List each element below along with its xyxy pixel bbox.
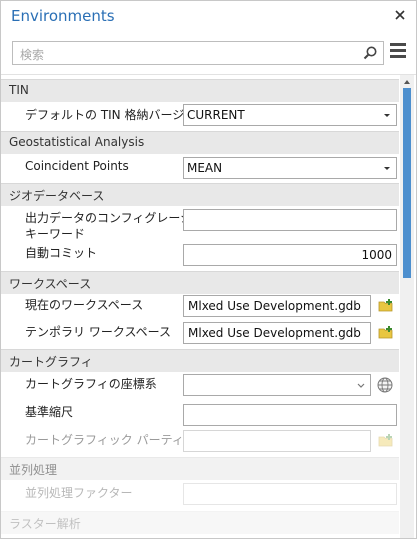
section-title: カートグラフィ — [9, 355, 93, 369]
section-header-tin[interactable]: TIN — [1, 79, 399, 102]
config-keyword-label-line2: キーワード — [25, 227, 86, 241]
section-header-workspace[interactable]: ワークスペース — [1, 271, 399, 294]
section-title: ジオデータベース — [9, 189, 105, 203]
tin-version-label: デフォルトの TIN 格納バージョン — [25, 108, 209, 122]
scrollbar-thumb[interactable] — [403, 88, 411, 278]
input-value: 1000 — [361, 248, 392, 262]
selected-value: CURRENT — [187, 108, 245, 122]
search-input[interactable]: 検索 — [20, 46, 44, 63]
cartography-coord-system-select[interactable] — [183, 374, 371, 396]
environments-list: TIN デフォルトの TIN 格納バージョン CURRENT Geostatis… — [1, 75, 399, 538]
input-value: Mlxed Use Development.gdb — [188, 326, 361, 340]
section-title: 並列処理 — [9, 463, 58, 477]
section-header-cartography[interactable]: カートグラフィ — [1, 349, 399, 372]
scratch-workspace-input[interactable]: Mlxed Use Development.gdb — [183, 322, 371, 344]
coincident-points-label: Coincident Points — [25, 159, 129, 173]
section-header-parallel[interactable]: 並列処理 — [1, 457, 399, 480]
folder-add-icon[interactable] — [377, 432, 395, 450]
parallel-factor-label: 並列処理ファクター — [25, 486, 133, 500]
folder-add-icon[interactable] — [377, 324, 395, 342]
cartography-coord-system-label: カートグラフィの座標系 — [25, 377, 157, 391]
environments-panel: Environments 検索 TIN デフォルトの TIN 格納バージョン C… — [0, 0, 417, 539]
parallel-factor-input[interactable] — [183, 483, 397, 505]
close-icon[interactable] — [392, 7, 408, 23]
coincident-points-select[interactable]: MEAN — [183, 157, 397, 179]
tin-version-select[interactable]: CURRENT — [183, 104, 397, 126]
section-title: ワークスペース — [9, 277, 92, 291]
folder-add-icon[interactable] — [377, 297, 395, 315]
selected-value: MEAN — [187, 161, 223, 175]
auto-commit-input[interactable]: 1000 — [183, 244, 397, 266]
section-header-geodatabase[interactable]: ジオデータベース — [1, 183, 399, 206]
hamburger-menu-icon[interactable] — [390, 43, 406, 61]
current-workspace-input[interactable]: Mlxed Use Development.gdb — [183, 295, 371, 317]
chevron-down-icon[interactable] — [355, 378, 367, 392]
section-header-raster[interactable]: ラスター解析 — [1, 511, 399, 534]
section-header-geostatistical[interactable]: Geostatistical Analysis — [1, 131, 399, 154]
cartographic-partitions-input[interactable] — [183, 430, 371, 452]
globe-icon[interactable] — [376, 376, 394, 394]
title-bar: Environments — [1, 1, 416, 33]
section-title: TIN — [9, 83, 29, 97]
reference-scale-label: 基準縮尺 — [25, 405, 74, 419]
current-workspace-label: 現在のワークスペース — [25, 298, 144, 312]
chevron-down-icon[interactable] — [381, 108, 393, 122]
scratch-workspace-label: テンポラリ ワークスペース — [25, 325, 172, 339]
section-title: Geostatistical Analysis — [9, 135, 145, 149]
search-icon[interactable] — [362, 45, 378, 61]
scroll-up-icon[interactable] — [402, 77, 412, 87]
input-value: Mlxed Use Development.gdb — [188, 299, 361, 313]
reference-scale-input[interactable] — [183, 404, 397, 426]
auto-commit-label: 自動コミット — [25, 246, 98, 260]
config-keyword-input[interactable] — [183, 209, 397, 231]
panel-title: Environments — [11, 7, 115, 25]
section-title: ラスター解析 — [9, 517, 81, 531]
chevron-down-icon[interactable] — [381, 161, 393, 175]
search-box[interactable]: 検索 — [12, 41, 384, 65]
vertical-scrollbar[interactable] — [400, 75, 414, 538]
